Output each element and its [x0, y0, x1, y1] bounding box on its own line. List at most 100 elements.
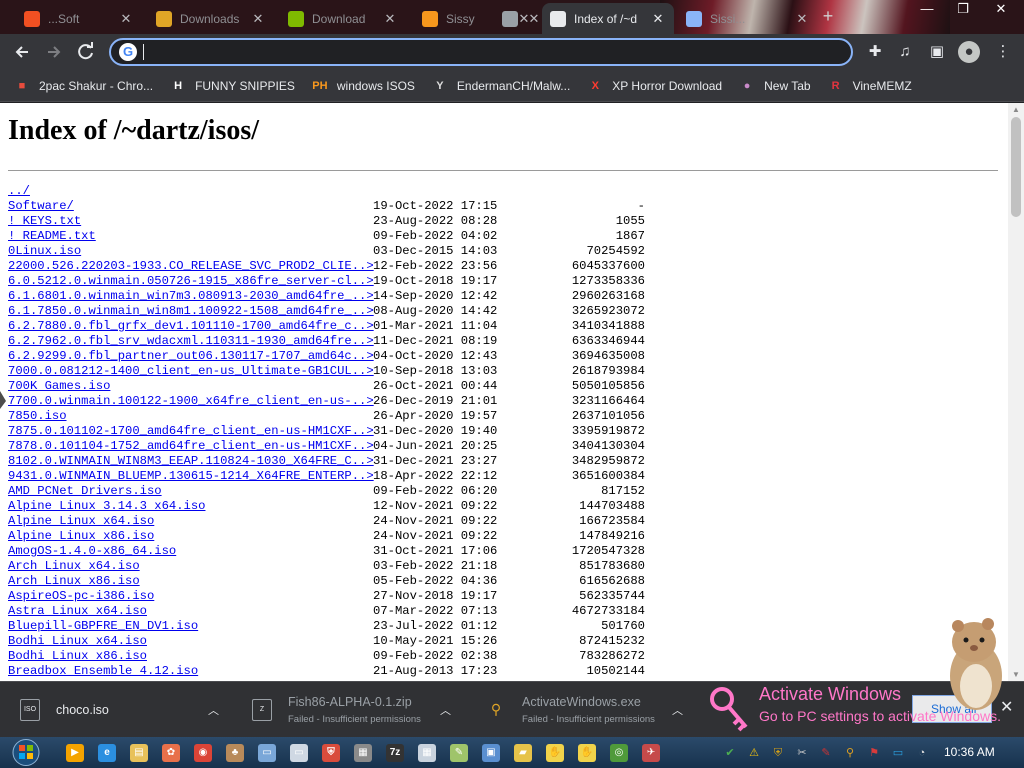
taskbar-button[interactable]: ◉: [187, 740, 219, 766]
scroll-down-icon[interactable]: ▼: [1012, 670, 1020, 679]
taskbar-button[interactable]: ▤: [123, 740, 155, 766]
taskbar-button[interactable]: 7z: [379, 740, 411, 766]
file-link[interactable]: Bluepill-GBPFRE_EN_DV1.iso: [8, 619, 198, 634]
start-button[interactable]: [10, 737, 42, 768]
file-link[interactable]: 22000.526.220203-1933.CO_RELEASE_SVC_PRO…: [8, 259, 374, 274]
scroll-up-icon[interactable]: ▲: [1012, 105, 1020, 114]
file-link[interactable]: Alpine Linux 3.14.3 x64.iso: [8, 499, 205, 514]
taskbar-button[interactable]: ▭: [251, 740, 283, 766]
taskbar-button[interactable]: e: [91, 740, 123, 766]
download-item[interactable]: ⚲ ActivateWindows.exe Failed - Insuffici…: [486, 682, 692, 738]
file-link[interactable]: 7000.0.081212-1400_client_en-us_Ultimate…: [8, 364, 374, 379]
taskbar-button[interactable]: ▶: [59, 740, 91, 766]
file-link[interactable]: Breadbox Ensemble 4.12.iso: [8, 664, 198, 679]
shield-tray-icon[interactable]: ⛨: [770, 745, 786, 761]
taskbar-button[interactable]: ◎: [603, 740, 635, 766]
check-icon[interactable]: ✔: [722, 745, 738, 761]
download-item[interactable]: Z Fish86-ALPHA-0.1.zip Failed - Insuffic…: [252, 682, 458, 738]
tab-6[interactable]: Index of /~d ✕: [542, 3, 674, 34]
close-tab-icon[interactable]: ✕: [794, 11, 810, 27]
file-link[interactable]: 6.0.5212.0.winmain.050726-1915_x86fre_se…: [8, 274, 374, 289]
bookmark-item[interactable]: Y EndermanCH/Malw...: [432, 78, 570, 94]
taskbar-button[interactable]: ✎: [443, 740, 475, 766]
file-link[interactable]: Alpine Linux x64.iso: [8, 514, 154, 529]
file-link[interactable]: Arch Linux x86.iso: [8, 574, 140, 589]
display-icon[interactable]: ▭: [890, 745, 906, 761]
tools-icon[interactable]: ✂: [794, 745, 810, 761]
taskbar-button[interactable]: ⛨: [315, 740, 347, 766]
file-link[interactable]: Bodhi Linux x64.iso: [8, 634, 147, 649]
close-tab-icon[interactable]: ✕: [118, 11, 134, 27]
side-panel-icon[interactable]: ▣: [926, 41, 948, 63]
file-link[interactable]: 9431.0.WINMAIN_BLUEMP.130615-1214_X64FRE…: [8, 469, 374, 484]
file-link[interactable]: 6.1.7850.0.winmain_win8m1.100922-1508_am…: [8, 304, 374, 319]
close-tab-icon[interactable]: ✕: [650, 11, 666, 27]
taskbar-button[interactable]: ✋: [539, 740, 571, 766]
close-tab-icon[interactable]: ✕: [250, 11, 266, 27]
taskbar-button[interactable]: ♣: [219, 740, 251, 766]
file-link[interactable]: 6.1.6801.0.winmain_win7m3.080913-2030_am…: [8, 289, 374, 304]
file-link[interactable]: AMD PCNet Drivers.iso: [8, 484, 162, 499]
flag-icon[interactable]: ⚑: [866, 745, 882, 761]
close-tab-icon[interactable]: ✕: [526, 11, 542, 27]
file-link[interactable]: Astra Linux x64.iso: [8, 604, 147, 619]
file-link[interactable]: ! README.txt: [8, 229, 96, 244]
file-link[interactable]: Software/: [8, 199, 74, 214]
file-link[interactable]: 7700.0.winmain.100122-1900_x64fre_client…: [8, 394, 374, 409]
file-link[interactable]: Alpine Linux x86.iso: [8, 529, 154, 544]
close-tab-icon[interactable]: ✕: [382, 11, 398, 27]
tab-7[interactable]: Sissi... ✕: [678, 3, 818, 34]
clock[interactable]: 10:36 AM: [944, 745, 995, 759]
file-link[interactable]: 6.2.7880.0.fbl_grfx_dev1.101110-1700_amd…: [8, 319, 374, 334]
back-button[interactable]: [10, 40, 34, 64]
file-link[interactable]: 6.2.7962.0.fbl_srv_wdacxml.110311-1930_a…: [8, 334, 374, 349]
page-scrollbar[interactable]: ▲ ▼: [1008, 103, 1024, 681]
warning-icon[interactable]: ⚠: [746, 745, 762, 761]
chevron-up-icon[interactable]: ︿: [440, 702, 451, 718]
extensions-icon[interactable]: ✚: [864, 41, 886, 63]
taskbar-button[interactable]: ▰: [507, 740, 539, 766]
taskbar-button[interactable]: ▦: [347, 740, 379, 766]
tab-5[interactable]: ✕: [494, 3, 540, 34]
chevron-up-icon[interactable]: ︿: [208, 702, 219, 718]
file-link[interactable]: Arch Linux x64.iso: [8, 559, 140, 574]
file-link[interactable]: ! KEYS.txt: [8, 214, 81, 229]
bookmark-item[interactable]: R VineMEMZ: [828, 78, 912, 94]
file-link[interactable]: 7875.0.101102-1700_amd64fre_client_en-us…: [8, 424, 374, 439]
volume-icon[interactable]: ◔: [914, 745, 930, 761]
file-link[interactable]: 8102.0.WINMAIN_WIN8M3_EEAP.110824-1030_X…: [8, 454, 374, 469]
tab-3[interactable]: Download ✕: [280, 3, 406, 34]
profile-avatar[interactable]: ●: [958, 41, 980, 63]
maximize-button[interactable]: ❐: [948, 0, 978, 20]
menu-kebab-icon[interactable]: ⋮: [992, 41, 1014, 63]
file-link[interactable]: 0Linux.iso: [8, 244, 81, 259]
brush-icon[interactable]: ✎: [818, 745, 834, 761]
forward-button[interactable]: [42, 40, 66, 64]
search-icon[interactable]: ⚲: [842, 745, 858, 761]
close-window-button[interactable]: ✕: [986, 0, 1016, 20]
taskbar-button[interactable]: ▭: [283, 740, 315, 766]
reload-button[interactable]: [74, 40, 98, 64]
bookmark-item[interactable]: H FUNNY SNIPPIES: [170, 78, 295, 94]
file-link[interactable]: 7850.iso: [8, 409, 67, 424]
tab-1[interactable]: ...Soft ✕: [16, 3, 142, 34]
scroll-thumb[interactable]: [1011, 117, 1021, 217]
file-link[interactable]: Bodhi Linux x86.iso: [8, 649, 147, 664]
tab-2[interactable]: Downloads ✕: [148, 3, 274, 34]
minimize-button[interactable]: —: [912, 0, 942, 20]
file-link[interactable]: 700K Games.iso: [8, 379, 110, 394]
bookmark-item[interactable]: X XP Horror Download: [587, 78, 723, 94]
taskbar-button[interactable]: ✿: [155, 740, 187, 766]
bookmark-item[interactable]: ■ 2pac Shakur - Chro...: [14, 78, 153, 94]
download-item[interactable]: ISO choco.iso ︿: [20, 682, 230, 738]
bookmark-item[interactable]: PH windows ISOS: [312, 78, 415, 94]
media-controls-icon[interactable]: ♫: [894, 41, 916, 63]
file-link[interactable]: AspireOS-pc-i386.iso: [8, 589, 154, 604]
taskbar-button[interactable]: ▣: [475, 740, 507, 766]
file-link[interactable]: ../: [8, 184, 30, 199]
address-bar[interactable]: G: [109, 38, 853, 66]
bookmark-item[interactable]: ● New Tab: [739, 78, 811, 94]
taskbar-button[interactable]: ✋: [571, 740, 603, 766]
new-tab-button[interactable]: +: [818, 6, 838, 26]
taskbar-button[interactable]: ▦: [411, 740, 443, 766]
